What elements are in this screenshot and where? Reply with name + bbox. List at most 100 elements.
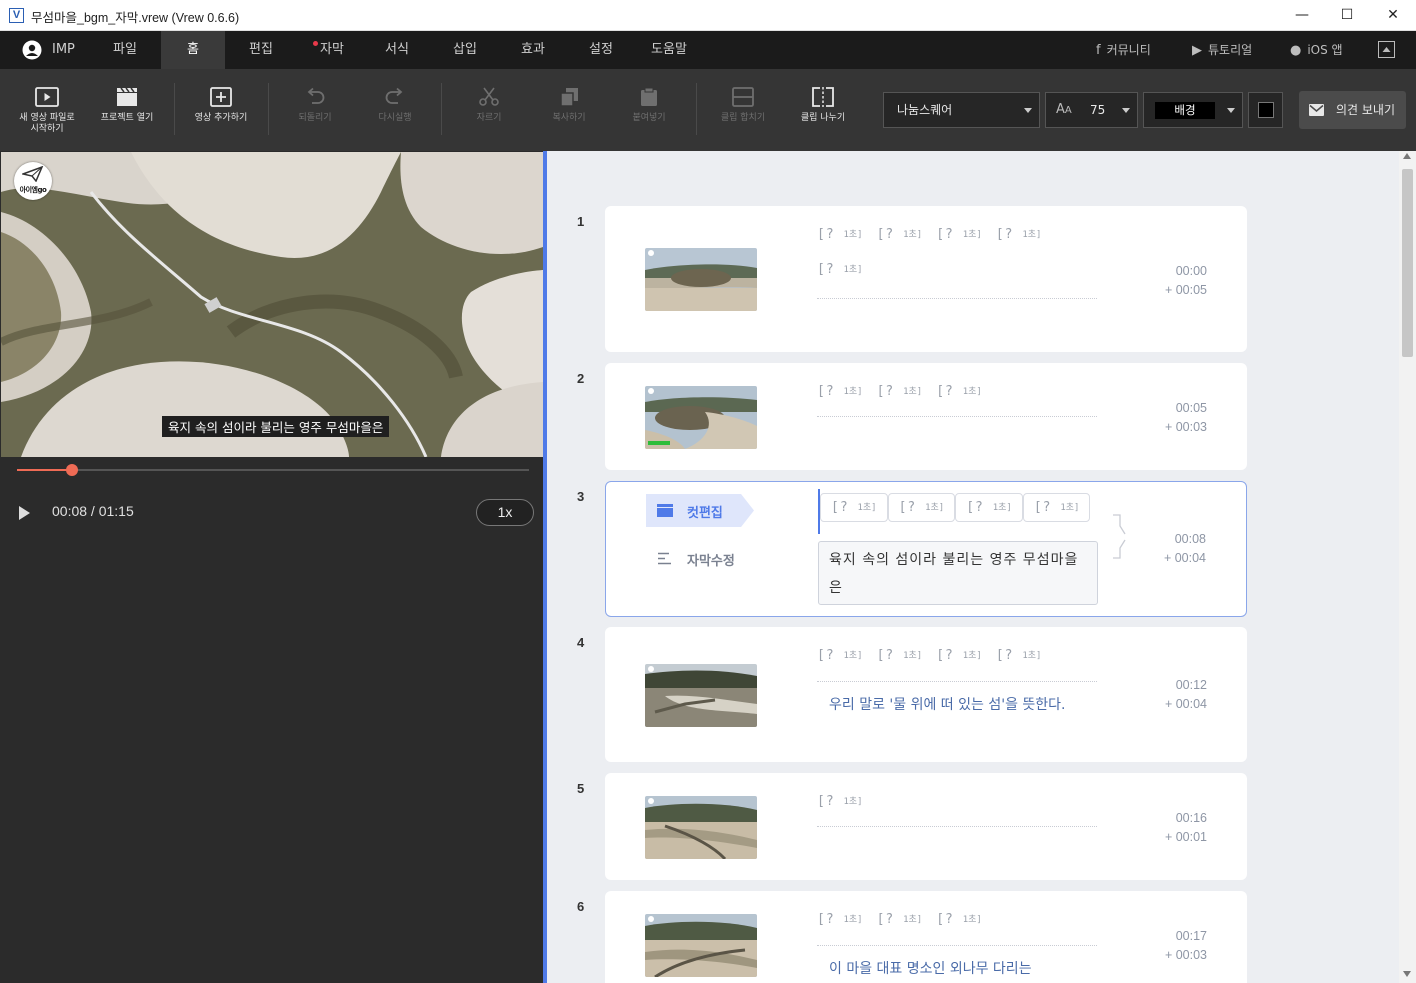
- feedback-label: 의견 보내기: [1336, 103, 1396, 117]
- word-duration: 1초]: [903, 915, 923, 925]
- clip-thumbnail[interactable]: [645, 914, 757, 977]
- tab-file[interactable]: 파일: [93, 31, 157, 69]
- word-token[interactable]: [? 1초]: [877, 909, 923, 930]
- tutorial-link[interactable]: ▶ 튜토리얼: [1192, 31, 1252, 69]
- paste-button[interactable]: 붙여넣기: [618, 87, 680, 124]
- word-token[interactable]: [? 1초]: [817, 259, 863, 280]
- community-label: 커뮤니티: [1106, 43, 1151, 57]
- word-token[interactable]: [? 1초]: [936, 224, 982, 245]
- minimize-button[interactable]: —: [1279, 0, 1325, 31]
- word-token[interactable]: [? 1초]: [936, 909, 982, 930]
- editor-scrollbar[interactable]: [1399, 151, 1416, 983]
- clip-card[interactable]: [? 1초] [? 1초] [? 1초] 00:05 + 00:03: [605, 363, 1247, 470]
- feedback-button[interactable]: 의견 보내기: [1299, 91, 1406, 129]
- clapperboard-icon: [657, 504, 673, 517]
- word-token[interactable]: [? 1초]: [820, 493, 888, 522]
- subtitle-divider: [817, 826, 1097, 827]
- subtitle-edit-tab[interactable]: 자막수정: [646, 544, 754, 574]
- clip-card-selected[interactable]: 컷편집 자막수정 [? 1초] [? 1초] [? 1초] [? 1초] 육지 속의 …: [605, 481, 1247, 617]
- clip-start-time: 00:08: [1174, 532, 1206, 546]
- seek-handle[interactable]: [65, 464, 78, 476]
- scroll-down-icon[interactable]: [1403, 971, 1411, 977]
- clip-card[interactable]: [? 1초] [? 1초] [? 1초] 이 마을 대표 명소인 외나무 다리는 0…: [605, 891, 1247, 983]
- clip-thumbnail[interactable]: [645, 664, 757, 727]
- word-token[interactable]: [? 1초]: [817, 224, 863, 245]
- word-token[interactable]: [? 1초]: [996, 645, 1042, 666]
- tab-edit[interactable]: 편집: [229, 31, 293, 69]
- tab-settings[interactable]: 설정: [569, 31, 633, 69]
- tab-format[interactable]: 서식: [365, 31, 429, 69]
- split-clip-button[interactable]: 클립 나누기: [792, 87, 854, 124]
- merge-arrow-icon[interactable]: [1112, 514, 1126, 560]
- word-token[interactable]: [? 1초]: [887, 493, 956, 522]
- background-select[interactable]: 배경: [1143, 92, 1243, 128]
- word-duration: 1초]: [843, 651, 863, 661]
- word-token[interactable]: [? 1초]: [877, 381, 923, 402]
- undo-button[interactable]: 되돌리기: [284, 87, 346, 124]
- title-bar: V 무섬마을_bgm_자막.vrew (Vrew 0.6.6) — ☐ ✕: [0, 0, 1416, 31]
- word-token[interactable]: [? 1초]: [817, 381, 863, 402]
- word-duration: 1초]: [1022, 230, 1042, 240]
- copy-button[interactable]: 복사하기: [538, 87, 600, 124]
- word-duration: 1초]: [962, 651, 982, 661]
- new-video-button[interactable]: 새 영상 파일로 시작하기: [12, 87, 82, 135]
- clip-start-time: 00:00: [1175, 264, 1207, 278]
- word-token[interactable]: [? 1초]: [817, 645, 863, 666]
- subtitle-text-box[interactable]: 육지 속의 섬이라 불리는 영주 무섬마을은: [818, 541, 1098, 605]
- word-token[interactable]: [? 1초]: [955, 493, 1023, 522]
- tab-insert[interactable]: 삽입: [433, 31, 497, 69]
- redo-button[interactable]: 다시실행: [364, 87, 426, 124]
- add-video-button[interactable]: 영상 추가하기: [186, 87, 256, 124]
- word-token[interactable]: [? 1초]: [1022, 493, 1091, 522]
- user-menu[interactable]: IMP: [14, 31, 84, 69]
- subtitle-text[interactable]: 우리 말로 '물 위에 떠 있는 섬'을 뜻한다.: [829, 691, 1099, 719]
- tab-effects[interactable]: 효과: [501, 31, 565, 69]
- word-duration: 1초]: [962, 915, 982, 925]
- font-size-select[interactable]: AA 75: [1045, 92, 1138, 128]
- clip-start-time: 00:16: [1175, 811, 1207, 825]
- clip-card[interactable]: [? 1초] [? 1초] [? 1초] [? 1초] 우리 말로 '물 위에 떠 있…: [605, 627, 1247, 762]
- close-button[interactable]: ✕: [1370, 0, 1416, 31]
- split-clip-icon: [812, 87, 834, 107]
- subtitle-text[interactable]: 이 마을 대표 명소인 외나무 다리는: [829, 955, 1099, 983]
- collapse-ribbon-icon[interactable]: [1378, 41, 1395, 58]
- tab-help[interactable]: 도움말: [637, 31, 701, 69]
- word-token[interactable]: [? 1초]: [877, 645, 923, 666]
- tab-home[interactable]: 홈: [161, 31, 225, 69]
- clip-card[interactable]: [? 1초] [? 1초] [? 1초] [? 1초][? 1초] 00:00 + 0…: [605, 206, 1247, 352]
- copy-icon: [560, 88, 578, 107]
- word-duration: 1초]: [962, 387, 982, 397]
- tab-subtitle[interactable]: 자막: [300, 31, 364, 69]
- background-label: 배경: [1174, 103, 1196, 117]
- clip-thumbnail[interactable]: [645, 386, 757, 449]
- scroll-up-icon[interactable]: [1403, 153, 1411, 159]
- word-token[interactable]: [? 1초]: [817, 791, 863, 812]
- open-project-label: 프로젝트 열기: [100, 113, 154, 123]
- clip-thumbnail[interactable]: [645, 796, 757, 859]
- word-token[interactable]: [? 1초]: [936, 381, 982, 402]
- text-color-button[interactable]: [1248, 92, 1283, 128]
- watermark-logo: 아이엠go: [14, 162, 52, 200]
- clip-thumbnail[interactable]: [645, 248, 757, 311]
- video-frame[interactable]: 아이엠go 육지 속의 섬이라 불리는 영주 무섬마을은: [1, 152, 543, 457]
- cut-edit-tab[interactable]: 컷편집: [646, 494, 754, 527]
- seek-bar[interactable]: [17, 464, 529, 476]
- cut-button[interactable]: 자르기: [458, 87, 520, 124]
- playback-speed-button[interactable]: 1x: [476, 499, 534, 526]
- maximize-button[interactable]: ☐: [1324, 0, 1370, 31]
- ios-app-link[interactable]: ● iOS 앱: [1290, 31, 1343, 69]
- scrollbar-thumb[interactable]: [1402, 169, 1413, 357]
- play-icon[interactable]: [19, 506, 30, 520]
- community-link[interactable]: f 커뮤니티: [1096, 31, 1151, 69]
- subtitle-divider: [817, 681, 1097, 682]
- word-token[interactable]: [? 1초]: [877, 224, 923, 245]
- merge-clip-button[interactable]: 클립 합치기: [712, 87, 774, 124]
- clip-editor: 1 [? 1초] [? 1초] [? 1초] [? 1초][? 1초] 00:00 +…: [547, 151, 1399, 983]
- word-token[interactable]: [? 1초]: [936, 645, 982, 666]
- word-duration: 1초]: [843, 915, 863, 925]
- font-select[interactable]: 나눔스퀘어: [883, 92, 1040, 128]
- clip-card[interactable]: [? 1초] 00:16 + 00:01: [605, 773, 1247, 880]
- open-project-button[interactable]: 프로젝트 열기: [94, 87, 160, 124]
- word-token[interactable]: [? 1초]: [817, 909, 863, 930]
- word-token[interactable]: [? 1초]: [996, 224, 1042, 245]
